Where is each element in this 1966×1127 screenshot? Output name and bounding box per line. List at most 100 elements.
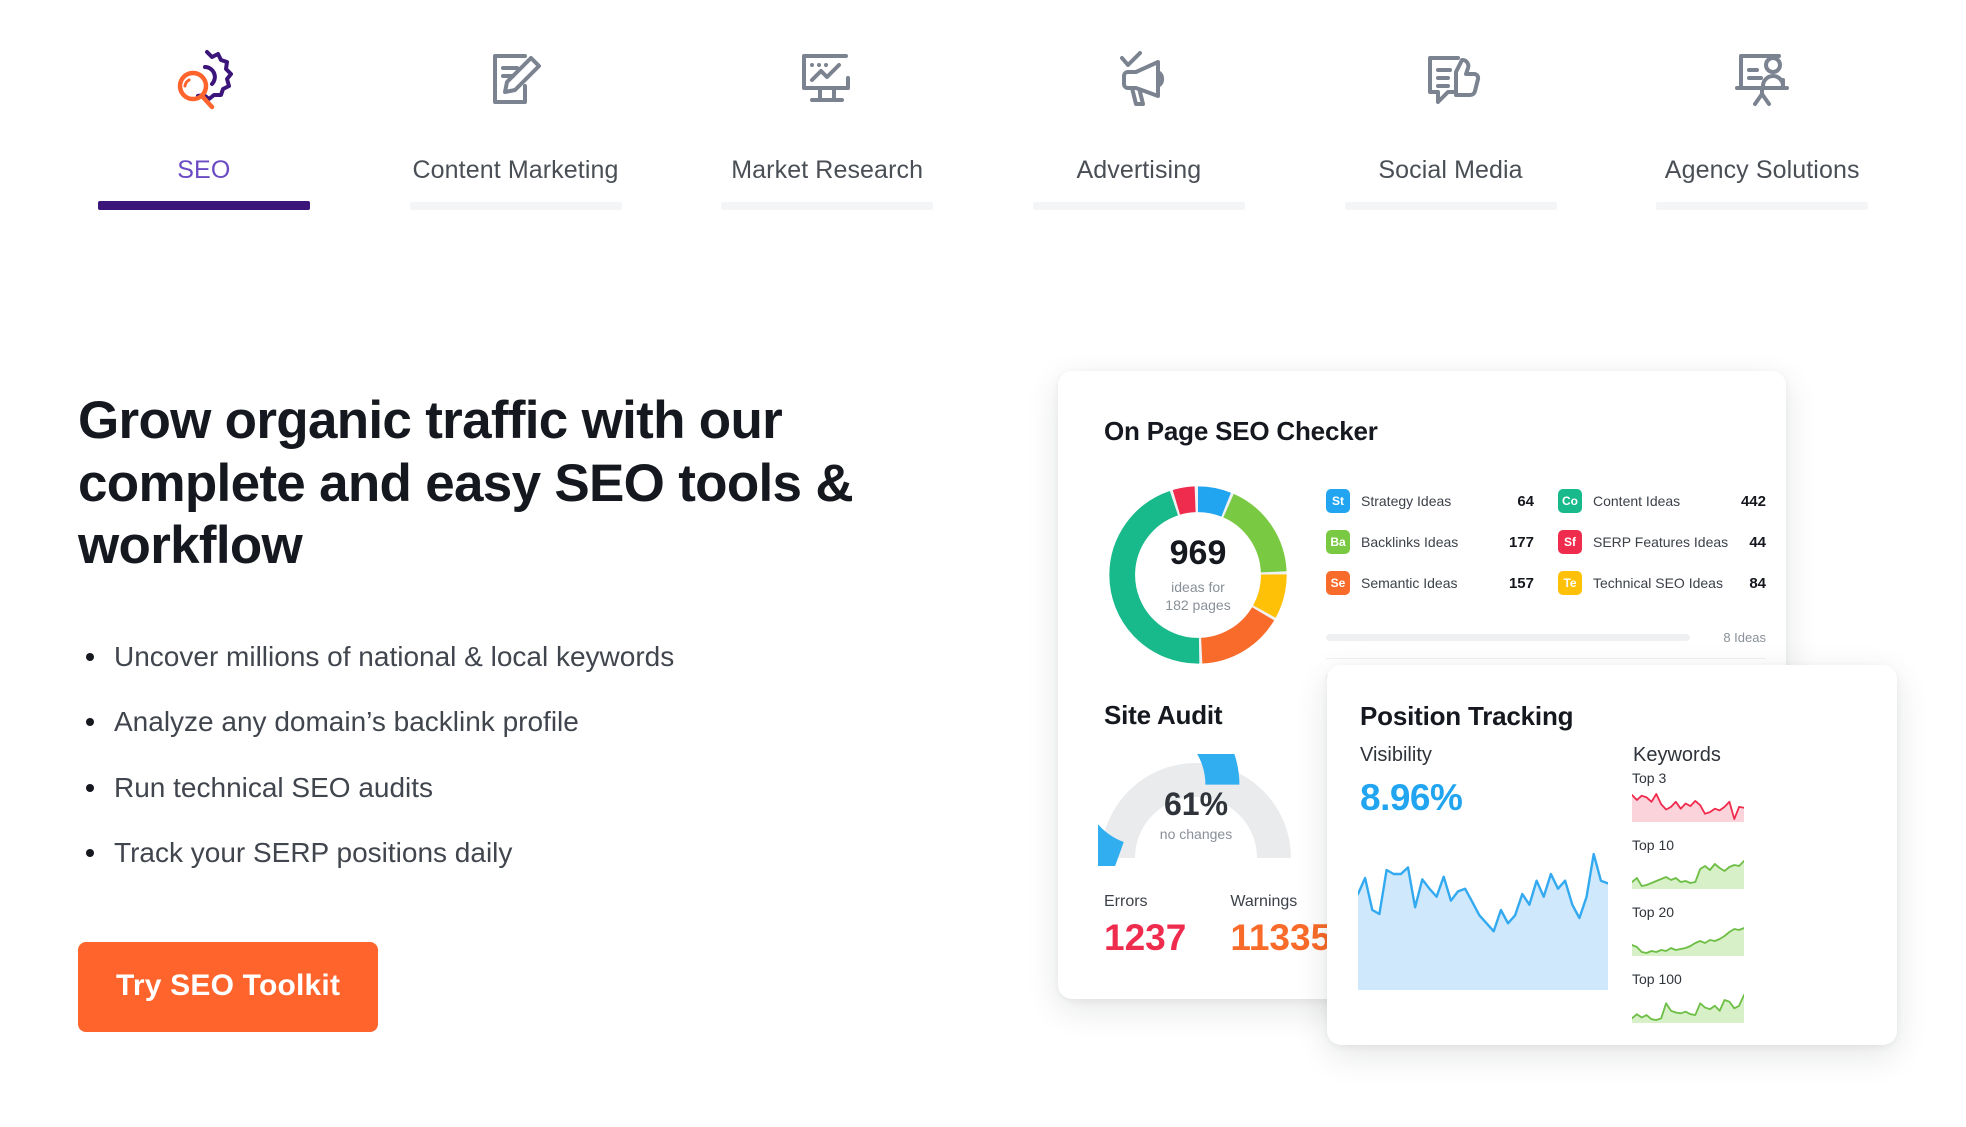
visibility-label: Visibility xyxy=(1360,744,1432,766)
feature-list: Uncover millions of national & local key… xyxy=(78,640,868,870)
legend-item[interactable]: Ba Backlinks Ideas 177 xyxy=(1326,530,1534,554)
donut-total: 969 xyxy=(1169,533,1227,572)
legend-value: 177 xyxy=(1508,533,1534,551)
legend-label: Strategy Ideas xyxy=(1361,493,1452,509)
seo-gear-magnifier-icon xyxy=(156,38,252,120)
tab-label: Social Media xyxy=(1378,156,1523,184)
ideas-legend: St Strategy Ideas 64 Co Content Ideas 44… xyxy=(1326,489,1766,595)
audit-stats: Errors 1237 Warnings 11335 xyxy=(1104,893,1331,956)
tab-active-indicator xyxy=(1656,202,1869,210)
semantic-badge-icon: Se xyxy=(1326,571,1350,595)
tab-seo[interactable]: SEO xyxy=(48,0,360,266)
page-title: Grow organic traffic with our complete a… xyxy=(78,391,854,576)
visibility-svg xyxy=(1356,852,1610,990)
donut-sub-2: 182 pages xyxy=(1165,597,1231,613)
tab-active-indicator xyxy=(1032,202,1245,210)
legend-value: 442 xyxy=(1740,492,1766,510)
legend-label: Backlinks Ideas xyxy=(1361,534,1459,550)
tab-active-indicator xyxy=(1344,202,1557,210)
tab-label: Market Research xyxy=(731,156,924,184)
progress-label: 8 Ideas xyxy=(1723,630,1766,645)
legend-label: Technical SEO Ideas xyxy=(1593,575,1723,591)
tab-label: Content Marketing xyxy=(412,156,619,184)
hero-section: Grow organic traffic with our complete a… xyxy=(78,390,868,1032)
gauge-center-label: 61% no changes xyxy=(1098,788,1294,842)
list-item: Uncover millions of national & local key… xyxy=(78,640,868,674)
presentation-person-icon xyxy=(1714,38,1810,120)
sparkline-label: Top 3 xyxy=(1632,770,1667,786)
legend-item[interactable]: Se Semantic Ideas 157 xyxy=(1326,571,1534,595)
card-title: On Page SEO Checker xyxy=(1104,416,1378,446)
stat-label: Errors xyxy=(1104,893,1148,910)
stat-label: Warnings xyxy=(1230,893,1298,910)
sparkline-label: Top 100 xyxy=(1632,971,1682,987)
stat-value: 1237 xyxy=(1104,917,1187,958)
legend-label: Semantic Ideas xyxy=(1361,575,1458,591)
gauge-value: 61% xyxy=(1163,786,1229,822)
sparkline-top10: Top 10 xyxy=(1632,837,1860,889)
card-title: Position Tracking xyxy=(1360,701,1574,731)
chat-thumbsup-icon xyxy=(1403,38,1499,120)
backlinks-badge-icon: Ba xyxy=(1326,530,1350,554)
sparkline-svg xyxy=(1632,927,1744,956)
donut-center-label: 969 ideas for 182 pages xyxy=(1098,475,1298,675)
sparkline-svg xyxy=(1632,793,1744,822)
tab-active-indicator xyxy=(721,202,934,210)
gauge-subtitle: no changes xyxy=(1159,826,1233,842)
errors-stat: Errors 1237 xyxy=(1104,893,1186,956)
warnings-stat: Warnings 11335 xyxy=(1230,893,1331,956)
try-seo-toolkit-button[interactable]: Try SEO Toolkit xyxy=(78,941,379,1032)
tab-label: Agency Solutions xyxy=(1664,156,1860,184)
content-badge-icon: Co xyxy=(1558,489,1582,513)
sparkline-label: Top 20 xyxy=(1632,904,1675,920)
tab-advertising[interactable]: Advertising xyxy=(983,0,1295,266)
tab-agency-solutions[interactable]: Agency Solutions xyxy=(1606,0,1918,266)
tab-label: SEO xyxy=(177,156,231,184)
site-audit-title: Site Audit xyxy=(1104,700,1223,730)
legend-label: SERP Features Ideas xyxy=(1593,534,1729,550)
list-item: Run technical SEO audits xyxy=(78,771,868,805)
list-item: Track your SERP positions daily xyxy=(78,836,868,870)
sparkline-top100: Top 100 xyxy=(1632,971,1860,1023)
sparkline-top20: Top 20 xyxy=(1632,904,1860,956)
sparkline-label: Top 10 xyxy=(1632,837,1675,853)
position-tracking-card: Position Tracking Visibility 8.96% Keywo… xyxy=(1327,665,1897,1045)
legend-item[interactable]: St Strategy Ideas 64 xyxy=(1326,489,1534,513)
technical-badge-icon: Te xyxy=(1558,571,1582,595)
tab-label: Advertising xyxy=(1076,156,1202,184)
legend-item[interactable]: Co Content Ideas 442 xyxy=(1558,489,1766,513)
legend-label: Content Ideas xyxy=(1593,493,1681,509)
megaphone-check-icon xyxy=(1091,38,1187,120)
keyword-sparklines: Top 3 Top 10 Top 20 Top 100 xyxy=(1632,770,1860,1038)
tab-market-research[interactable]: Market Research xyxy=(671,0,983,266)
product-tab-bar: SEO Content Marketing Market Research Ad… xyxy=(0,0,1966,266)
monitor-chart-icon xyxy=(779,38,875,120)
tab-social-media[interactable]: Social Media xyxy=(1295,0,1607,266)
legend-item[interactable]: Te Technical SEO Ideas 84 xyxy=(1558,571,1766,595)
page-root: SEO Content Marketing Market Research Ad… xyxy=(0,0,1966,1127)
legend-item[interactable]: Sf SERP Features Ideas 44 xyxy=(1558,530,1766,554)
legend-value: 64 xyxy=(1517,492,1534,510)
visibility-area-chart xyxy=(1356,830,1610,990)
table-row: 8 Ideas xyxy=(1326,619,1766,659)
tab-content-marketing[interactable]: Content Marketing xyxy=(360,0,672,266)
list-item: Analyze any domain’s backlink profile xyxy=(78,705,868,739)
legend-value: 157 xyxy=(1508,574,1534,592)
sparkline-svg xyxy=(1632,994,1744,1023)
visibility-value: 8.96% xyxy=(1360,777,1463,818)
legend-value: 84 xyxy=(1749,574,1766,592)
progress-track xyxy=(1326,634,1690,641)
stat-value: 11335 xyxy=(1230,917,1332,958)
ideas-donut-chart: 969 ideas for 182 pages xyxy=(1098,475,1298,675)
tab-active-indicator xyxy=(409,202,622,210)
sparkline-svg xyxy=(1632,860,1744,889)
sparkline-top3: Top 3 xyxy=(1632,770,1860,822)
donut-subtitle: ideas for 182 pages xyxy=(1165,578,1230,614)
site-health-gauge: 61% no changes xyxy=(1049,689,1294,874)
tab-active-indicator xyxy=(97,201,310,210)
strategy-badge-icon: St xyxy=(1326,489,1350,513)
document-pencil-icon xyxy=(468,38,564,120)
keywords-label: Keywords xyxy=(1633,744,1721,766)
legend-value: 44 xyxy=(1749,533,1766,551)
serp-features-badge-icon: Sf xyxy=(1558,530,1582,554)
